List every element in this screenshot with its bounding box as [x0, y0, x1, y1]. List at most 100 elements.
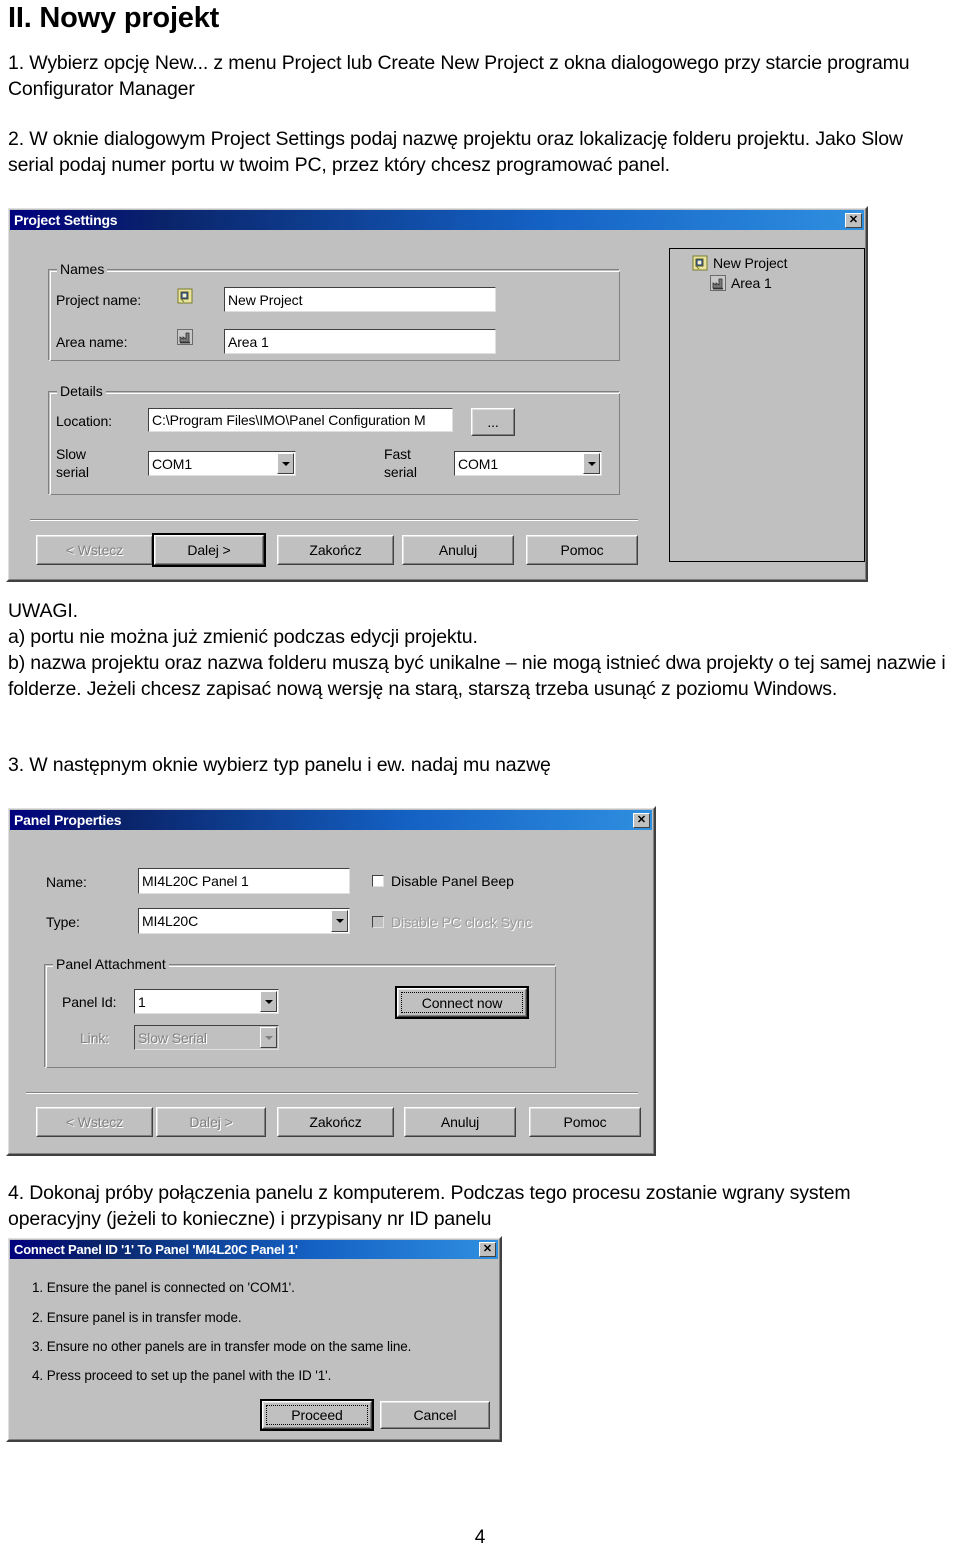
- chevron-down-icon[interactable]: [331, 910, 348, 932]
- document-page: II. Nowy projekt 1. Wybierz opcję New...…: [0, 0, 960, 1558]
- finish-button[interactable]: Zakończ: [277, 535, 394, 565]
- cancel-button[interactable]: Cancel: [380, 1401, 490, 1429]
- instruction-step-3: 3. W następnym oknie wybierz typ panelu …: [8, 754, 551, 776]
- panel-properties-title: Panel Properties: [14, 812, 122, 828]
- location-input[interactable]: C:\Program Files\IMO\Panel Configuration…: [148, 408, 453, 432]
- slow-serial-label-line1: Slow: [56, 446, 86, 462]
- help-button-label: Pomoc: [560, 542, 604, 558]
- chevron-down-icon[interactable]: [260, 991, 277, 1012]
- disable-panel-beep-label: Disable Panel Beep: [391, 873, 514, 889]
- project-settings-dialog: Project Settings ✕ Names Project name: N…: [6, 206, 868, 582]
- panel-attachment-groupbox-label: Panel Attachment: [53, 956, 169, 972]
- disable-pc-clock-sync-label: Disable PC clock Sync: [391, 914, 532, 930]
- disable-panel-beep-checkbox[interactable]: Disable Panel Beep: [372, 873, 514, 889]
- back-button[interactable]: < Wstecz: [36, 1107, 153, 1137]
- disable-pc-clock-sync-checkbox: Disable PC clock Sync: [372, 914, 532, 930]
- location-label: Location:: [56, 413, 112, 429]
- close-icon[interactable]: ✕: [845, 212, 862, 228]
- help-button-label: Pomoc: [563, 1114, 607, 1130]
- panel-id-label: Panel Id:: [62, 994, 117, 1010]
- link-label: Link:: [80, 1030, 110, 1046]
- cancel-button[interactable]: Anuluj: [402, 535, 514, 565]
- help-button[interactable]: Pomoc: [529, 1107, 641, 1137]
- button-separator: [30, 519, 638, 521]
- close-icon[interactable]: ✕: [479, 1242, 496, 1257]
- instruction-step-2: 2. W oknie dialogowym Project Settings p…: [8, 128, 903, 176]
- panel-id-value: 1: [138, 993, 146, 1010]
- project-name-label: Project name:: [56, 292, 142, 308]
- panel-id-combo[interactable]: 1: [134, 989, 279, 1014]
- project-name-input[interactable]: New Project: [224, 287, 496, 312]
- cancel-button-label: Anuluj: [438, 542, 478, 558]
- next-button-label: Dalej >: [187, 542, 231, 558]
- chevron-down-icon: [260, 1027, 277, 1048]
- link-value: Slow Serial: [138, 1029, 207, 1046]
- back-button[interactable]: < Wstecz: [36, 535, 153, 565]
- area-name-input[interactable]: Area 1: [224, 329, 496, 354]
- cancel-button[interactable]: Anuluj: [404, 1107, 516, 1137]
- close-icon[interactable]: ✕: [633, 812, 650, 828]
- cancel-button-label: Cancel: [413, 1407, 457, 1423]
- panel-name-label: Name:: [46, 874, 87, 890]
- cancel-button-label: Anuluj: [440, 1114, 480, 1130]
- slow-serial-combo[interactable]: COM1: [148, 451, 296, 476]
- proceed-button-label: Proceed: [291, 1407, 343, 1423]
- button-separator: [26, 1092, 638, 1094]
- checkbox-icon[interactable]: [372, 875, 384, 887]
- panel-type-value: MI4L20C: [142, 913, 199, 929]
- project-tree[interactable]: New Project Area 1: [669, 248, 865, 562]
- finish-button-label: Zakończ: [309, 1114, 362, 1130]
- browse-location-button[interactable]: ...: [471, 408, 515, 436]
- connect-now-button[interactable]: Connect now: [395, 986, 529, 1019]
- panel-type-label: Type:: [46, 914, 80, 930]
- chevron-down-icon[interactable]: [277, 453, 294, 474]
- details-groupbox-label: Details: [57, 383, 106, 399]
- tree-node-area-label: Area 1: [731, 275, 772, 291]
- next-button[interactable]: Dalej >: [156, 1107, 266, 1137]
- names-groupbox-label: Names: [57, 261, 108, 277]
- next-button[interactable]: Dalej >: [152, 533, 266, 567]
- project-settings-title: Project Settings: [14, 212, 118, 228]
- details-groupbox: Details: [48, 383, 620, 495]
- back-button-label: < Wstecz: [65, 542, 124, 558]
- panel-properties-titlebar: Panel Properties ✕: [10, 810, 652, 830]
- project-note-icon: [692, 255, 708, 271]
- connect-instruction-4: 4. Press proceed to set up the panel wit…: [32, 1368, 332, 1383]
- project-settings-titlebar: Project Settings ✕: [10, 210, 864, 230]
- help-button[interactable]: Pomoc: [526, 535, 638, 565]
- panel-properties-dialog: Panel Properties ✕ Name: MI4L20C Panel 1…: [6, 806, 656, 1156]
- area-name-label: Area name:: [56, 334, 128, 350]
- instruction-step-1: 1. Wybierz opcję New... z menu Project l…: [8, 52, 910, 100]
- finish-button[interactable]: Zakończ: [277, 1107, 394, 1137]
- factory-icon: [177, 329, 193, 345]
- proceed-button[interactable]: Proceed: [260, 1399, 374, 1431]
- link-combo: Slow Serial: [134, 1025, 279, 1050]
- tree-node-project[interactable]: New Project: [692, 255, 787, 271]
- connect-now-label: Connect now: [421, 994, 503, 1011]
- fast-serial-label-line2: serial: [384, 464, 417, 480]
- connect-panel-titlebar: Connect Panel ID '1' To Panel 'MI4L20C P…: [10, 1240, 498, 1259]
- fast-serial-value: COM1: [458, 455, 499, 472]
- connect-instruction-1: 1. Ensure the panel is connected on 'COM…: [32, 1280, 295, 1295]
- browse-location-label: ...: [487, 414, 499, 430]
- fast-serial-combo[interactable]: COM1: [454, 451, 602, 476]
- back-button-label: < Wstecz: [65, 1114, 124, 1130]
- page-title: II. Nowy projekt: [8, 2, 220, 34]
- project-note-icon: [177, 288, 193, 304]
- panel-name-input[interactable]: MI4L20C Panel 1: [138, 868, 350, 894]
- tree-node-area[interactable]: Area 1: [710, 275, 772, 291]
- notes-text: UWAGI. a) portu nie można już zmienić po…: [8, 600, 946, 700]
- slow-serial-label-line2: serial: [56, 464, 89, 480]
- page-number: 4: [474, 1527, 486, 1548]
- finish-button-label: Zakończ: [309, 542, 362, 558]
- connect-instruction-2: 2. Ensure panel is in transfer mode.: [32, 1310, 242, 1325]
- panel-type-combo[interactable]: MI4L20C: [138, 908, 350, 934]
- chevron-down-icon[interactable]: [583, 453, 600, 474]
- connect-instruction-3: 3. Ensure no other panels are in transfe…: [32, 1339, 412, 1354]
- factory-icon: [710, 275, 726, 291]
- checkbox-icon: [372, 916, 384, 928]
- connect-panel-dialog: Connect Panel ID '1' To Panel 'MI4L20C P…: [6, 1236, 502, 1442]
- tree-node-project-label: New Project: [713, 255, 788, 271]
- instruction-step-4: 4. Dokonaj próby połączenia panelu z kom…: [8, 1182, 851, 1230]
- fast-serial-label-line1: Fast: [384, 446, 411, 462]
